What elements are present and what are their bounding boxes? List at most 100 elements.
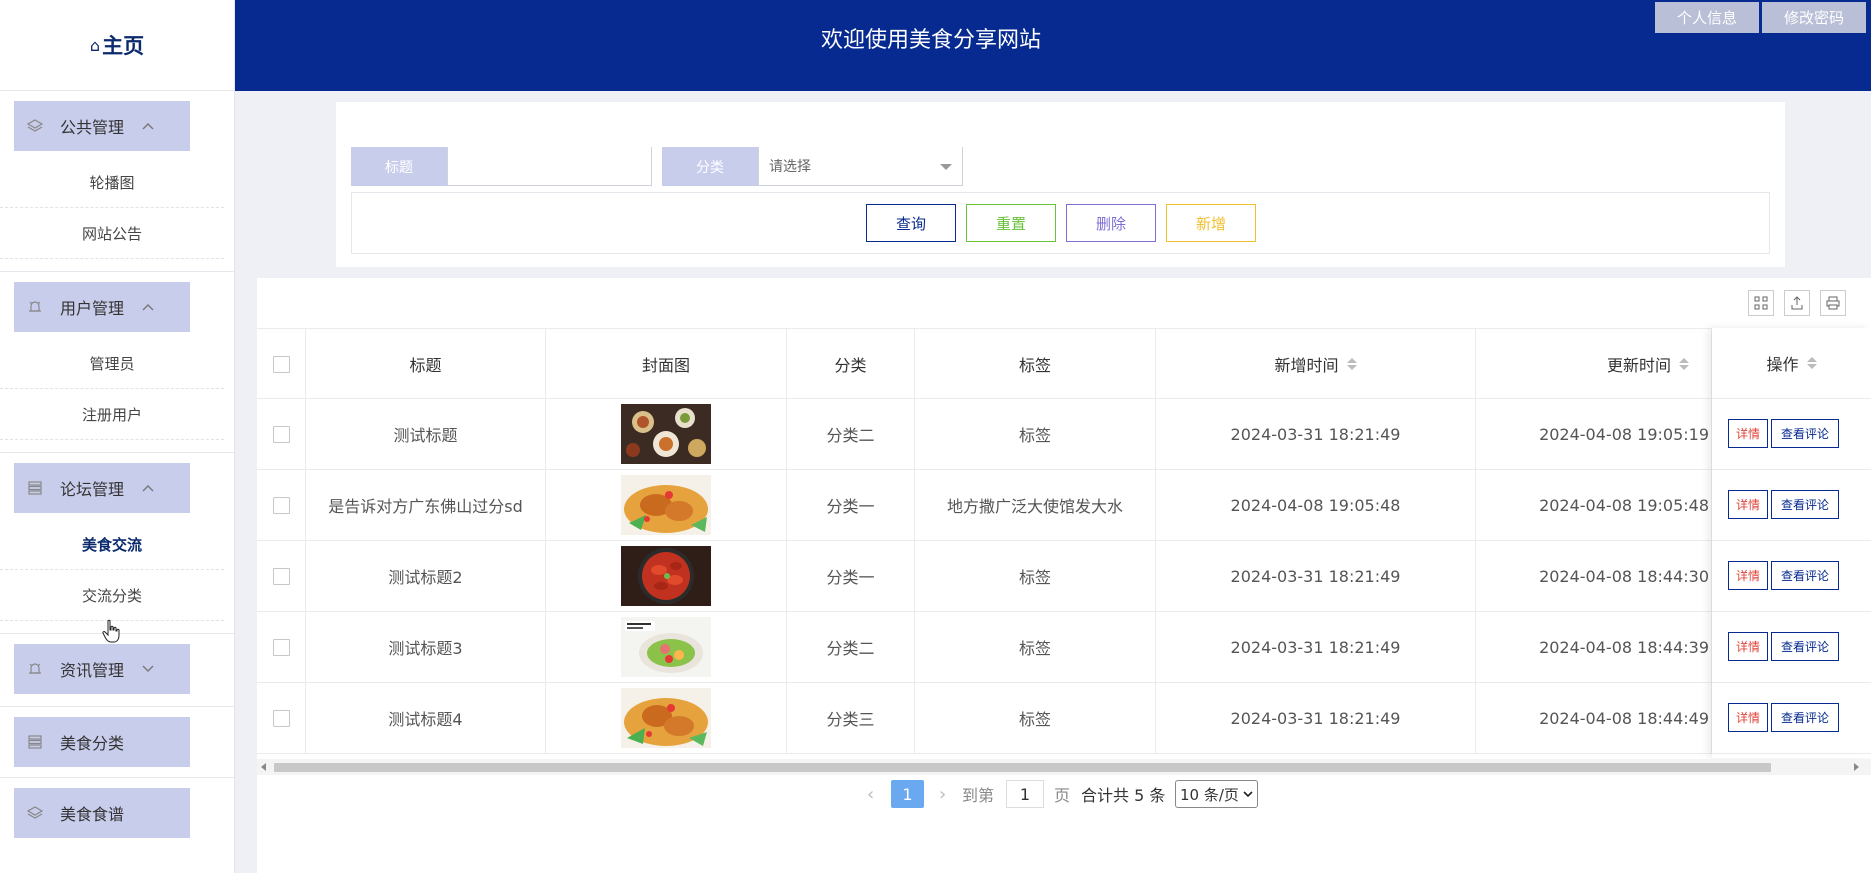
row-checkbox[interactable]	[272, 638, 290, 656]
sidebar-item-food-exchange[interactable]: 美食交流	[0, 519, 224, 570]
cover-image[interactable]	[621, 404, 711, 464]
sidebar-group-users-toggle[interactable]: 用户管理	[14, 282, 190, 332]
page-number-1[interactable]: 1	[891, 780, 924, 808]
layers-icon	[26, 804, 44, 822]
table-row: 是告诉对方广东佛山过分sd 分类一 地方撒广泛大使馆发大水 2024-04-08 19…	[257, 470, 1871, 541]
chevron-down-icon	[142, 663, 154, 675]
row-checkbox[interactable]	[272, 496, 290, 514]
sidebar-group-label: 论坛管理	[60, 480, 125, 499]
sidebar-food-category-link[interactable]: 美食分类	[14, 717, 190, 767]
column-header-tag: 标签	[915, 329, 1156, 399]
table-row: 测试标题4 分类三 标签 2024-03-31 18:21:49 2024-04-08 …	[257, 683, 1871, 754]
sidebar-group-news-toggle[interactable]: 资讯管理	[14, 644, 190, 694]
cover-image[interactable]	[621, 688, 711, 748]
row-select-cell	[257, 683, 306, 753]
cell-created-time: 2024-03-31 18:21:49	[1156, 683, 1476, 753]
cell-title: 测试标题4	[306, 683, 546, 753]
layers-icon	[26, 117, 44, 135]
row-checkbox[interactable]	[272, 567, 290, 585]
category-select[interactable]: 请选择	[758, 147, 963, 186]
column-header-operations-label: 操作	[1766, 355, 1799, 374]
reset-button[interactable]: 重置	[966, 204, 1056, 242]
sidebar-group-public-toggle[interactable]: 公共管理	[14, 101, 190, 151]
sidebar-item-banner[interactable]: 轮播图	[0, 157, 224, 208]
home-link[interactable]: ⌂ 主页	[0, 0, 234, 91]
sort-icon[interactable]	[1806, 357, 1817, 369]
export-icon[interactable]	[1784, 290, 1810, 316]
column-header-cover: 封面图	[546, 329, 787, 399]
header-title: 欢迎使用美食分享网站	[820, 28, 1041, 53]
pagination: ‹ 1 › 到第 1 页 合计共 5 条 10 条/页	[257, 780, 1871, 810]
category-label: 分类	[662, 147, 758, 186]
select-all-checkbox[interactable]	[272, 355, 290, 373]
cell-created-time: 2024-03-31 18:21:49	[1156, 612, 1476, 682]
cover-image[interactable]	[621, 617, 711, 677]
sort-icon[interactable]	[1346, 358, 1357, 370]
cell-updated-time: 2024-04-08 18:44:30	[1476, 541, 1712, 611]
chevron-up-icon	[142, 482, 154, 494]
detail-button[interactable]: 详情	[1728, 561, 1768, 590]
select-all-cell	[257, 329, 306, 399]
detail-button[interactable]: 详情	[1728, 632, 1768, 661]
sidebar-group-users: 用户管理 管理员 注册用户	[0, 282, 234, 453]
detail-button[interactable]: 详情	[1728, 490, 1768, 519]
sidebar-item-admins[interactable]: 管理员	[0, 338, 224, 389]
column-header-updated[interactable]: 更新时间	[1476, 329, 1712, 399]
sidebar-group-forum-toggle[interactable]: 论坛管理	[14, 463, 190, 513]
view-comments-button[interactable]: 查看评论	[1771, 632, 1839, 661]
sidebar-group-news: 资讯管理	[0, 644, 234, 707]
sidebar-recipes-link[interactable]: 美食食谱	[14, 788, 190, 838]
sidebar-group-recipes: 美食食谱	[0, 788, 234, 850]
cell-category: 分类二	[787, 399, 915, 469]
mouse-cursor-icon	[102, 619, 120, 643]
change-password-button[interactable]: 修改密码	[1762, 2, 1866, 33]
sidebar-group-label: 公共管理	[60, 118, 125, 137]
column-header-category: 分类	[787, 329, 915, 399]
chevron-down-icon	[1243, 791, 1253, 798]
horizontal-scrollbar[interactable]	[257, 759, 1871, 775]
print-icon[interactable]	[1820, 290, 1846, 316]
view-comments-button[interactable]: 查看评论	[1771, 703, 1839, 732]
delete-button[interactable]: 删除	[1066, 204, 1156, 242]
query-button[interactable]: 查询	[866, 204, 956, 242]
column-header-created[interactable]: 新增时间	[1156, 329, 1476, 399]
row-checkbox[interactable]	[272, 425, 290, 443]
detail-button[interactable]: 详情	[1728, 419, 1768, 448]
cell-tag: 标签	[915, 612, 1156, 682]
view-comments-button[interactable]: 查看评论	[1771, 561, 1839, 590]
view-comments-button[interactable]: 查看评论	[1771, 490, 1839, 519]
cover-image[interactable]	[621, 475, 711, 535]
sidebar-item-exchange-category[interactable]: 交流分类	[0, 570, 224, 621]
table-row: 测试标题 分类二 标签 2024-03-31 18:21:49 2024-04-08 1…	[257, 399, 1871, 470]
row-actions: 详情 查看评论	[1712, 683, 1871, 754]
scrollbar-thumb[interactable]	[274, 763, 1771, 772]
prev-page-icon[interactable]: ‹	[867, 780, 874, 808]
profile-button[interactable]: 个人信息	[1655, 2, 1759, 33]
row-checkbox[interactable]	[272, 709, 290, 727]
column-filter-icon[interactable]	[1748, 290, 1774, 316]
next-page-icon[interactable]: ›	[939, 780, 946, 808]
table-row: 测试标题2 分类一 标签 2024-03-31 18:21:49 2024-04-08 …	[257, 541, 1871, 612]
sort-icon[interactable]	[1679, 358, 1689, 370]
category-select-value: 请选择	[769, 159, 811, 175]
cover-image[interactable]	[621, 546, 711, 606]
scroll-right-arrow-icon[interactable]	[1854, 763, 1859, 771]
goto-page-input[interactable]: 1	[1006, 780, 1044, 808]
row-actions: 详情 查看评论	[1712, 399, 1871, 470]
page-size-value: 10 条/页	[1180, 785, 1239, 804]
column-header-operations[interactable]: 操作	[1712, 328, 1871, 399]
page-size-select[interactable]: 10 条/页	[1175, 780, 1258, 808]
cell-tag: 标签	[915, 541, 1156, 611]
operations-column: 操作 详情 查看评论 详情 查看评论 详情 查看评论 详情 查看评论 详情 查看评论	[1712, 328, 1871, 758]
cell-created-time: 2024-03-31 18:21:49	[1156, 399, 1476, 469]
view-comments-button[interactable]: 查看评论	[1771, 419, 1839, 448]
scroll-left-arrow-icon[interactable]	[261, 763, 266, 771]
sidebar-item-registered-users[interactable]: 注册用户	[0, 389, 224, 440]
title-search-input[interactable]	[447, 147, 652, 186]
cell-title: 测试标题3	[306, 612, 546, 682]
sidebar-group-food-category: 美食分类	[0, 717, 234, 778]
cell-updated-time: 2024-04-08 19:05:19	[1476, 399, 1712, 469]
detail-button[interactable]: 详情	[1728, 703, 1768, 732]
add-button[interactable]: 新增	[1166, 204, 1256, 242]
sidebar-item-announcement[interactable]: 网站公告	[0, 208, 224, 259]
